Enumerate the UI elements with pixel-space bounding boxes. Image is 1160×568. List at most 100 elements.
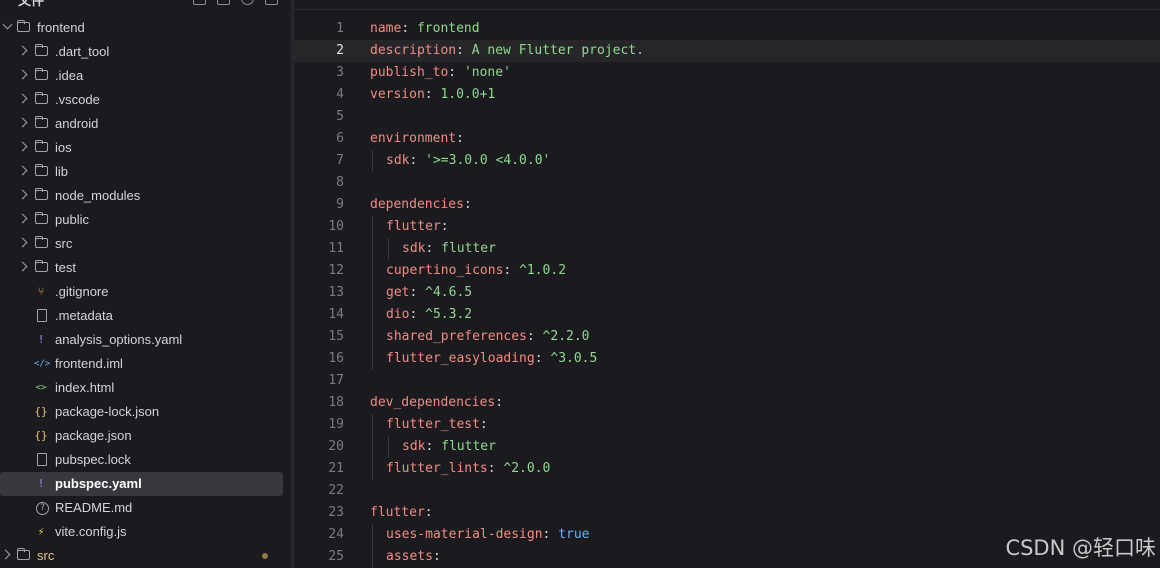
tree-root-frontend[interactable]: frontend bbox=[0, 16, 290, 40]
line-number: 3 bbox=[336, 65, 344, 80]
line-number: 12 bbox=[328, 263, 344, 278]
yaml-key: sdk bbox=[402, 241, 426, 256]
code-line[interactable]: 14 dio: ^5.3.2 bbox=[294, 304, 1160, 326]
tree-root-src[interactable]: src bbox=[0, 544, 290, 568]
code-text: publish_to: 'none' bbox=[370, 65, 511, 80]
chevron-right-icon bbox=[17, 237, 28, 248]
indent-guide bbox=[372, 326, 373, 348]
code-line[interactable]: 21 flutter_lints: ^2.0.0 bbox=[294, 458, 1160, 480]
code-line[interactable]: 2 description: A new Flutter project. bbox=[294, 40, 1160, 62]
code-line[interactable]: 18 dev_dependencies: bbox=[294, 392, 1160, 414]
tree-item-label: android bbox=[55, 116, 99, 131]
chevron-right-icon bbox=[17, 189, 28, 200]
tree-item[interactable]: .dart_tool bbox=[0, 40, 290, 64]
yaml-key: environment bbox=[370, 131, 457, 146]
yaml-key: version bbox=[370, 87, 425, 102]
code-line[interactable]: 13 get: ^4.6.5 bbox=[294, 282, 1160, 304]
code-line[interactable]: 15 shared_preferences: ^2.2.0 bbox=[294, 326, 1160, 348]
line-number: 10 bbox=[328, 219, 344, 234]
code-line[interactable]: 16 flutter_easyloading: ^3.0.5 bbox=[294, 348, 1160, 370]
folder-icon bbox=[16, 548, 30, 560]
collapse-all-icon[interactable] bbox=[265, 0, 278, 5]
code-editor[interactable]: 1 name: frontend 2 description: A new Flutt… bbox=[294, 0, 1160, 568]
code-line[interactable]: 5 bbox=[294, 106, 1160, 128]
code-line[interactable]: 6 environment: bbox=[294, 128, 1160, 150]
tree-item[interactable]: test bbox=[0, 256, 290, 280]
yaml-value: A new Flutter project. bbox=[471, 43, 644, 58]
tree-item[interactable]: ! pubspec.yaml bbox=[0, 472, 290, 496]
tree-item[interactable]: public bbox=[0, 208, 290, 232]
tree-item-label: .idea bbox=[55, 68, 84, 83]
yaml-key: sdk bbox=[402, 439, 426, 454]
code-line[interactable]: 1 name: frontend bbox=[294, 18, 1160, 40]
tree-item-label: frontend bbox=[37, 20, 85, 35]
tree-item[interactable]: node_modules bbox=[0, 184, 290, 208]
tree-item[interactable]: lib bbox=[0, 160, 290, 184]
code-line[interactable]: 10 flutter: bbox=[294, 216, 1160, 238]
new-file-icon[interactable] bbox=[193, 0, 206, 5]
explorer-actions bbox=[193, 0, 278, 5]
tree-item[interactable]: {} package-lock.json bbox=[0, 400, 290, 424]
tree-item-label: test bbox=[55, 260, 76, 275]
folder-icon bbox=[34, 260, 48, 272]
yaml-key: dio bbox=[386, 307, 410, 322]
code-line[interactable]: 19 flutter_test: bbox=[294, 414, 1160, 436]
tree-item[interactable]: android bbox=[0, 112, 290, 136]
code-line[interactable]: 17 bbox=[294, 370, 1160, 392]
yaml-key: dependencies bbox=[370, 197, 464, 212]
tree-item[interactable]: ⚡ vite.config.js bbox=[0, 520, 290, 544]
yaml-key: uses-material-design bbox=[386, 527, 543, 542]
code-line[interactable]: 9 dependencies: bbox=[294, 194, 1160, 216]
code-line[interactable]: 4 version: 1.0.0+1 bbox=[294, 84, 1160, 106]
yaml-key: sdk bbox=[386, 153, 410, 168]
code-line[interactable]: 7 sdk: '>=3.0.0 <4.0.0' bbox=[294, 150, 1160, 172]
chevron-right-icon bbox=[17, 141, 28, 152]
tree-item[interactable]: </> frontend.iml bbox=[0, 352, 290, 376]
tree-item-label: node_modules bbox=[55, 188, 141, 203]
code-line[interactable]: 11 sdk: flutter bbox=[294, 238, 1160, 260]
tree-item[interactable]: ! analysis_options.yaml bbox=[0, 328, 290, 352]
refresh-icon[interactable] bbox=[241, 0, 254, 5]
code-text: flutter_test: bbox=[386, 417, 488, 432]
code-line[interactable]: 20 sdk: flutter bbox=[294, 436, 1160, 458]
indent-guide bbox=[372, 238, 373, 260]
vite-icon: ⚡ bbox=[37, 525, 45, 538]
line-number: 15 bbox=[328, 329, 344, 344]
code-text: description: A new Flutter project. bbox=[370, 43, 644, 58]
indent-guide bbox=[372, 348, 373, 370]
line-number: 2 bbox=[336, 43, 344, 58]
code-line[interactable]: 8 bbox=[294, 172, 1160, 194]
folder-icon bbox=[34, 188, 48, 200]
yaml-value: ^2.2.0 bbox=[542, 329, 590, 344]
tree-item[interactable]: {} package.json bbox=[0, 424, 290, 448]
explorer-header: 文件 bbox=[0, 0, 290, 8]
yaml-key: cupertino_icons bbox=[386, 263, 504, 278]
code-line[interactable]: 12 cupertino_icons: ^1.0.2 bbox=[294, 260, 1160, 282]
folder-icon bbox=[34, 116, 48, 128]
tree-item[interactable]: .metadata bbox=[0, 304, 290, 328]
code-line[interactable]: 23 flutter: bbox=[294, 502, 1160, 524]
json-file-icon: {} bbox=[34, 429, 48, 442]
tree-item[interactable]: pubspec.lock bbox=[0, 448, 290, 472]
tree-item-label: README.md bbox=[55, 500, 133, 515]
new-folder-icon[interactable] bbox=[217, 0, 230, 5]
yaml-value: flutter bbox=[441, 439, 496, 454]
code-line[interactable]: 22 bbox=[294, 480, 1160, 502]
tree-item[interactable]: ios bbox=[0, 136, 290, 160]
tree-item-label: package-lock.json bbox=[55, 404, 160, 419]
tree-item[interactable]: ? README.md bbox=[0, 496, 290, 520]
yaml-file-icon: ! bbox=[37, 333, 45, 346]
yaml-key: name bbox=[370, 21, 402, 36]
tree-item[interactable]: src bbox=[0, 232, 290, 256]
line-number: 4 bbox=[336, 87, 344, 102]
tree-item[interactable]: .idea bbox=[0, 64, 290, 88]
yaml-key: flutter_easyloading bbox=[386, 351, 535, 366]
code-line[interactable]: 3 publish_to: 'none' bbox=[294, 62, 1160, 84]
explorer-title: 文件 bbox=[18, 0, 45, 8]
tree-item[interactable]: .vscode bbox=[0, 88, 290, 112]
yaml-value: 'none' bbox=[463, 65, 511, 80]
tree-item[interactable]: ⑂ .gitignore bbox=[0, 280, 290, 304]
watermark: CSDN @轻口味 bbox=[1005, 536, 1156, 560]
tree-item[interactable]: <> index.html bbox=[0, 376, 290, 400]
folder-icon bbox=[34, 164, 48, 176]
